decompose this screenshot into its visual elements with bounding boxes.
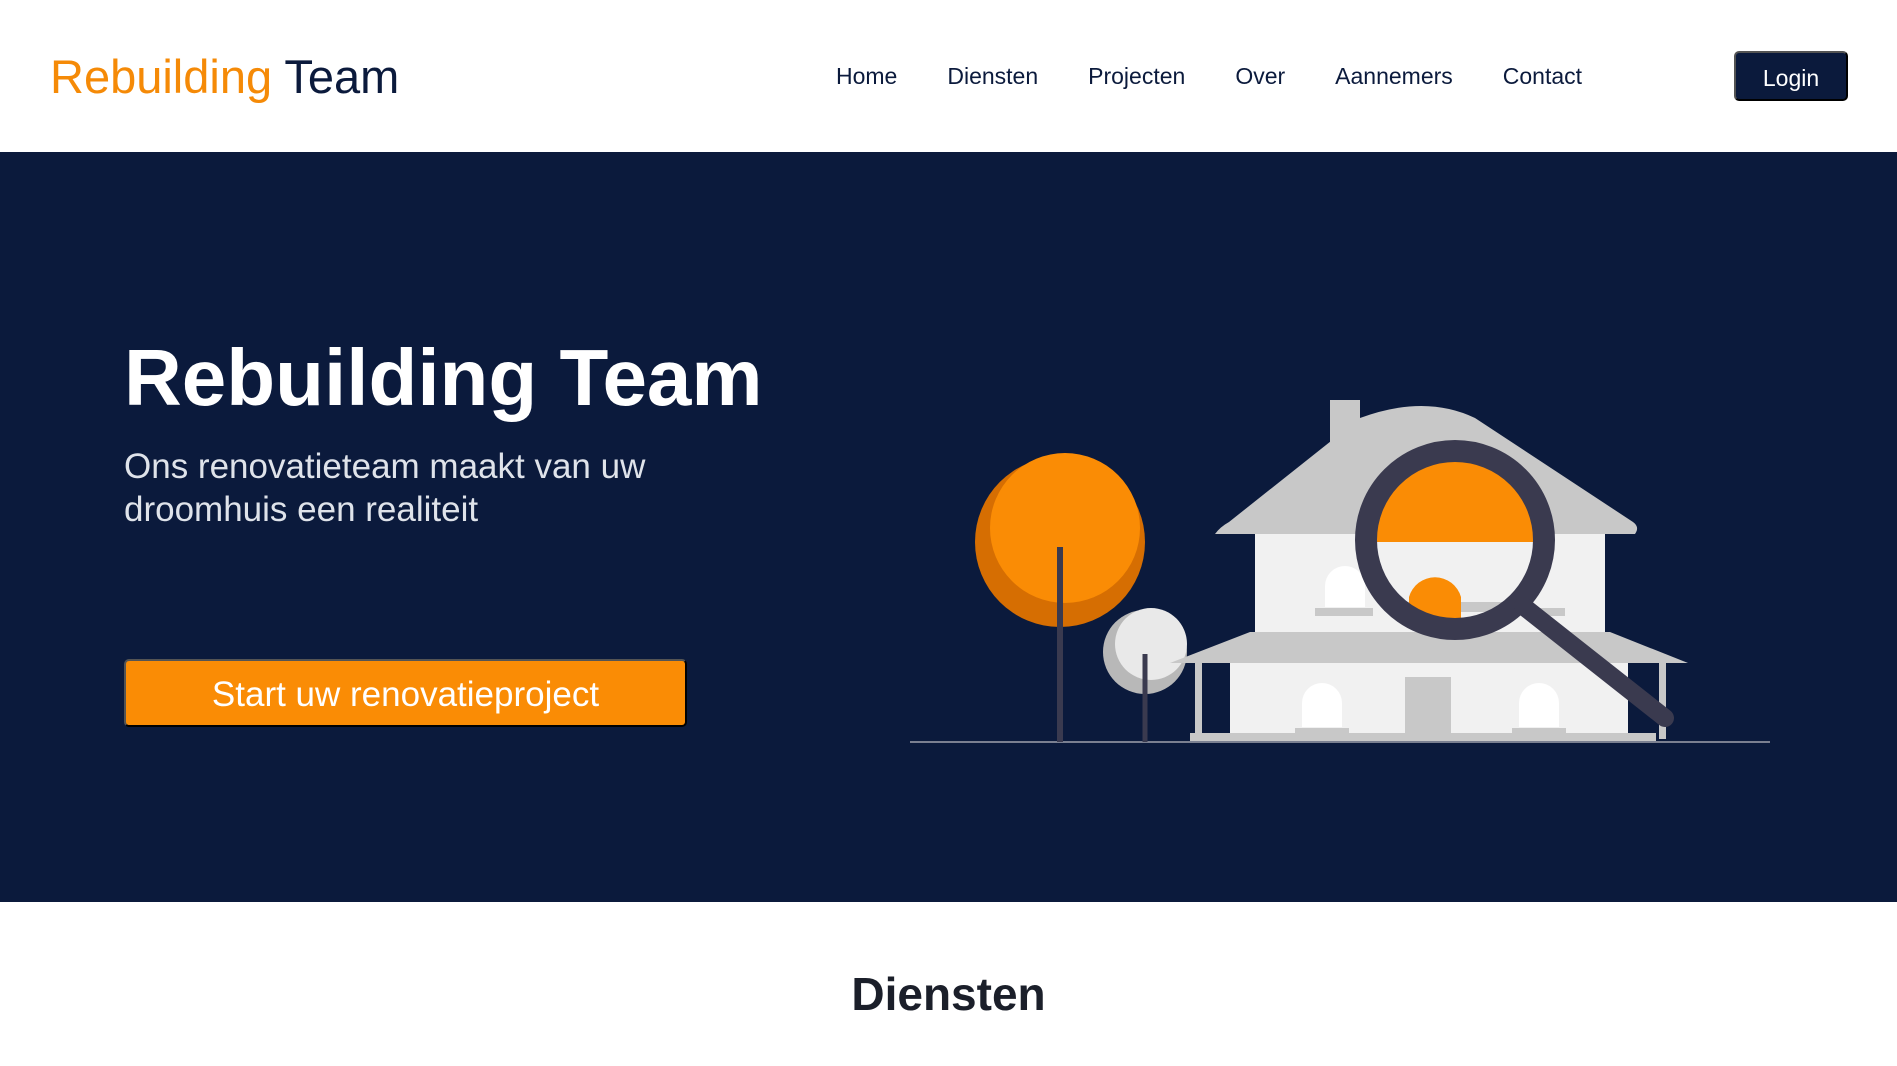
house-magnifier-illustration bbox=[910, 400, 1770, 743]
nav-projecten[interactable]: Projecten bbox=[1088, 63, 1185, 90]
site-logo[interactable]: Rebuilding Team bbox=[50, 50, 399, 104]
start-renovation-button[interactable]: Start uw renovatieproject bbox=[124, 659, 687, 727]
logo-text-rebuilding: Rebuilding bbox=[50, 50, 273, 103]
gray-tree bbox=[1103, 608, 1187, 742]
nav-diensten[interactable]: Diensten bbox=[947, 63, 1038, 90]
logo-text-team: Team bbox=[284, 50, 400, 103]
orange-tree bbox=[975, 453, 1145, 742]
hero-title: Rebuilding Team bbox=[124, 333, 763, 422]
main-nav: Home Diensten Projecten Over Aannemers C… bbox=[780, 0, 1582, 152]
services-title: Diensten bbox=[851, 968, 1046, 1020]
nav-aannemers[interactable]: Aannemers bbox=[1335, 63, 1453, 90]
nav-home[interactable]: Home bbox=[836, 63, 897, 90]
nav-over[interactable]: Over bbox=[1235, 63, 1285, 90]
hero-subtitle: Ons renovatieteam maakt van uw droomhuis… bbox=[124, 447, 646, 529]
login-button[interactable]: Login bbox=[1734, 51, 1848, 101]
hero-section: Rebuilding Team Ons renovatieteam maakt … bbox=[0, 152, 1897, 902]
nav-contact[interactable]: Contact bbox=[1503, 63, 1582, 90]
site-header: Rebuilding Team Home Diensten Projecten … bbox=[0, 0, 1897, 152]
